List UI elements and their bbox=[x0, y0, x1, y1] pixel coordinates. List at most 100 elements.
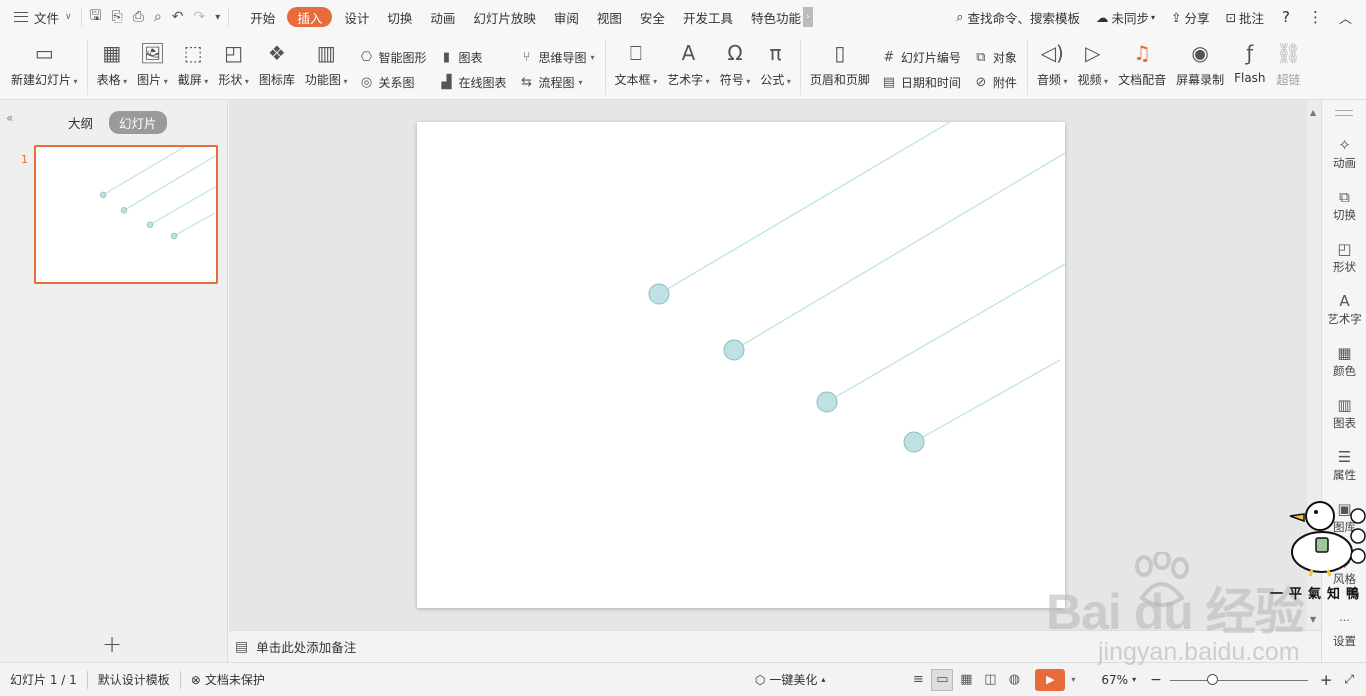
chevron-right-icon[interactable]: › bbox=[802, 7, 813, 27]
shape-button[interactable]: ◰ 形状 bbox=[213, 34, 254, 98]
chevron-down-icon[interactable]: ▾ bbox=[1071, 675, 1075, 684]
scroll-up-icon[interactable]: ▲ bbox=[1310, 108, 1316, 117]
header-footer-button[interactable]: ▯ 页眉和页脚 bbox=[805, 34, 875, 98]
screen-record-button[interactable]: ◉ 屏幕录制 bbox=[1171, 34, 1229, 98]
circle-dot[interactable] bbox=[648, 283, 670, 305]
function-chart-icon: ▥ bbox=[316, 41, 336, 65]
zoom-slider[interactable] bbox=[1169, 672, 1308, 688]
template-name[interactable]: 默认设计模板 bbox=[88, 671, 180, 688]
sorter-view-icon[interactable]: ▦ bbox=[955, 669, 977, 691]
picture-button[interactable]: 🖼 图片 bbox=[132, 34, 173, 98]
scroll-down-icon[interactable]: ▼ bbox=[1310, 615, 1316, 624]
object-button[interactable]: ⧉ 对象 bbox=[973, 49, 1017, 66]
tab-design[interactable]: 设计 bbox=[335, 0, 378, 34]
function-chart-button[interactable]: ▥ 功能图 bbox=[300, 34, 353, 98]
reading-view-icon[interactable]: ◫ bbox=[979, 669, 1001, 691]
online-chart-button[interactable]: ▟ 在线图表 bbox=[439, 74, 507, 91]
diagonal-line[interactable] bbox=[658, 122, 951, 295]
play-icon[interactable]: ▶ bbox=[1035, 668, 1066, 691]
wordart-button[interactable]: A 艺术字 bbox=[662, 34, 715, 98]
customize-icon[interactable]: ▾ bbox=[215, 12, 220, 23]
formula-button[interactable]: π 公式 bbox=[755, 34, 796, 98]
slide-thumbnail[interactable] bbox=[34, 145, 218, 284]
circle-dot[interactable] bbox=[903, 431, 925, 453]
circle-dot[interactable] bbox=[723, 339, 745, 361]
tab-slides[interactable]: 幻灯片 bbox=[109, 111, 167, 134]
sidebar-item-properties[interactable]: ☰ 属性 bbox=[1322, 448, 1366, 483]
tab-transition[interactable]: 切换 bbox=[378, 0, 421, 34]
chart-button[interactable]: ▮ 图表 bbox=[439, 49, 507, 66]
diagonal-line[interactable] bbox=[733, 152, 1065, 351]
new-slide-button[interactable]: ▭ 新建幻灯片 bbox=[6, 34, 83, 98]
flowchart-button[interactable]: ⇆ 流程图 ▾ bbox=[519, 74, 595, 91]
tab-outline[interactable]: 大纲 bbox=[58, 111, 103, 134]
collapse-ribbon-icon[interactable]: ︿ bbox=[1331, 0, 1366, 34]
notes-view-icon[interactable]: ≡ bbox=[907, 669, 929, 691]
flash-button[interactable]: ƒ Flash bbox=[1229, 34, 1270, 98]
diagonal-line[interactable] bbox=[913, 359, 1061, 443]
video-button[interactable]: ▷ 视频 bbox=[1072, 34, 1113, 98]
print-icon[interactable]: ⎙ bbox=[133, 9, 144, 25]
sidebar-item-chart[interactable]: ▥ 图表 bbox=[1322, 396, 1366, 431]
zoom-in-icon[interactable]: + bbox=[1314, 671, 1339, 689]
sidebar-item-shape[interactable]: ◰ 形状 bbox=[1322, 240, 1366, 275]
export-icon[interactable]: ⎘ bbox=[112, 9, 123, 25]
sidebar-item-wordart[interactable]: A 艺术字 bbox=[1322, 292, 1366, 327]
sidebar-item-transition[interactable]: ⧉ 切换 bbox=[1322, 188, 1366, 223]
shield-icon: ⊗ bbox=[190, 672, 201, 687]
share-button[interactable]: ⇪ 分享 bbox=[1163, 0, 1218, 34]
tab-security[interactable]: 安全 bbox=[631, 0, 674, 34]
textbox-button[interactable]: ⎕ 文本框 bbox=[610, 34, 663, 98]
tab-home[interactable]: 开始 bbox=[241, 0, 284, 34]
zoom-slider-knob[interactable] bbox=[1206, 673, 1218, 685]
grip-handle[interactable] bbox=[1335, 115, 1353, 116]
table-button[interactable]: ▦ 表格 bbox=[92, 34, 133, 98]
help-icon[interactable]: ? bbox=[1272, 0, 1300, 34]
save-icon[interactable]: 🖫 bbox=[90, 5, 102, 29]
icon-library-button[interactable]: ❖ 图标库 bbox=[254, 34, 300, 98]
thumb-dot bbox=[100, 191, 107, 198]
circle-dot[interactable] bbox=[816, 391, 838, 413]
hyperlink-button[interactable]: ⛓ 超链 bbox=[1271, 34, 1307, 98]
redo-icon[interactable]: ↷ bbox=[194, 9, 206, 25]
collapse-panel-icon[interactable]: « bbox=[6, 111, 13, 125]
slide-number-button[interactable]: # 幻灯片编号 bbox=[881, 49, 960, 66]
tab-review[interactable]: 审阅 bbox=[545, 0, 588, 34]
diagonal-line[interactable] bbox=[826, 263, 1065, 403]
comment-button[interactable]: ⊡ 批注 bbox=[1218, 0, 1273, 34]
sidebar-item-color[interactable]: ▦ 颜色 bbox=[1322, 344, 1366, 379]
sidebar-item-animation[interactable]: ✧ 动画 bbox=[1322, 136, 1366, 171]
command-search[interactable]: ⌕ 查找命令、搜索模板 bbox=[948, 0, 1088, 34]
mindmap-button[interactable]: ⑂ 思维导图 ▾ bbox=[519, 49, 595, 66]
attachment-button[interactable]: ⊘ 附件 bbox=[973, 74, 1016, 91]
zoom-level[interactable]: 67% ▾ bbox=[1091, 673, 1146, 687]
tab-developer[interactable]: 开发工具 bbox=[674, 0, 742, 34]
grip-handle[interactable] bbox=[1335, 110, 1353, 111]
file-menu[interactable]: 文件 ∨ bbox=[0, 0, 81, 34]
protect-status[interactable]: ⊗ 文档未保护 bbox=[181, 671, 275, 688]
presenter-view-icon[interactable]: ◍ bbox=[1003, 669, 1025, 691]
normal-view-icon[interactable]: ▭ bbox=[931, 668, 954, 691]
fit-window-icon[interactable]: ⤢ bbox=[1340, 672, 1366, 687]
add-slide-button[interactable]: + bbox=[102, 630, 122, 658]
tab-insert[interactable]: 插入 bbox=[287, 7, 333, 27]
datetime-button[interactable]: ▤ 日期和时间 bbox=[881, 74, 961, 91]
preview-icon[interactable]: ⌕ bbox=[154, 9, 162, 25]
beautify-button[interactable]: ⬡ 一键美化 ▴ bbox=[745, 671, 836, 688]
tab-slideshow[interactable]: 幻灯片放映 bbox=[464, 0, 545, 34]
screenshot-button[interactable]: ⬚ 截屏 bbox=[173, 34, 214, 98]
sidebar-item-settings[interactable]: ··· 设置 bbox=[1322, 614, 1366, 649]
tab-features[interactable]: 特色功能 bbox=[742, 0, 803, 34]
sync-button[interactable]: ☁ 未同步 ▾ bbox=[1088, 0, 1163, 34]
tab-view[interactable]: 视图 bbox=[588, 0, 631, 34]
tab-animation[interactable]: 动画 bbox=[421, 0, 464, 34]
more-options-icon[interactable]: ⋮ bbox=[1300, 0, 1331, 34]
undo-icon[interactable]: ↶ bbox=[172, 9, 184, 25]
slide-canvas[interactable] bbox=[417, 122, 1065, 608]
symbol-button[interactable]: Ω 符号 bbox=[715, 34, 756, 98]
smart-art-button[interactable]: ⎔ 智能图形 bbox=[358, 49, 427, 66]
relation-button[interactable]: ◎ 关系图 bbox=[358, 74, 426, 91]
zoom-out-icon[interactable]: − bbox=[1148, 672, 1164, 688]
audio-button[interactable]: ◁) 音频 bbox=[1032, 34, 1073, 98]
doc-voice-button[interactable]: ♫ 文档配音 bbox=[1113, 34, 1171, 98]
